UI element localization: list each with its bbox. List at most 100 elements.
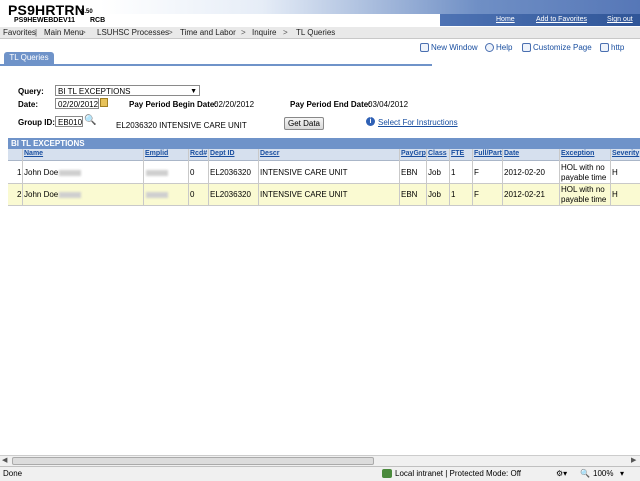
column-divider — [559, 149, 560, 206]
cell-name: John Doe — [24, 168, 82, 177]
http-link[interactable]: http — [600, 43, 624, 52]
column-divider — [449, 149, 450, 206]
breadcrumb-favorites[interactable]: Favorites — [3, 28, 36, 37]
cell-descr: INTENSIVE CARE UNIT — [260, 190, 348, 199]
group-id-label: Group ID: — [18, 118, 55, 127]
cell-exception-line1: HOL with no — [561, 163, 605, 172]
column-divider — [258, 149, 259, 206]
breadcrumb-main-menu[interactable]: Main Menu — [44, 28, 84, 37]
column-divider — [472, 149, 473, 206]
grid-title: BI TL EXCEPTIONS — [8, 138, 640, 149]
cell-exception-line1: HOL with no — [561, 185, 605, 194]
cell-paygrp: EBN — [401, 190, 418, 199]
cell-emplid — [145, 168, 168, 177]
cell-severity: H — [612, 190, 618, 199]
table-row: 1 John Doe 0 EL2036320 INTENSIVE CARE UN… — [8, 162, 640, 184]
cell-date: 2012-02-21 — [504, 190, 545, 199]
select-for-instructions-link[interactable]: Select For Instructions — [378, 118, 458, 127]
help-icon — [485, 43, 494, 52]
col-paygrp-header[interactable]: PayGrp — [401, 150, 426, 157]
group-id-input[interactable]: EB010 — [55, 116, 83, 127]
protected-mode-icon[interactable]: ⚙▾ — [556, 469, 567, 478]
pay-period-begin-value: 02/20/2012 — [214, 100, 255, 109]
zoom-level[interactable]: 100% — [593, 469, 613, 478]
col-deptid-header[interactable]: Dept ID — [210, 150, 235, 157]
row-number: 1 — [17, 168, 22, 177]
cell-emplid — [145, 190, 168, 199]
col-class-header[interactable]: Class — [428, 150, 447, 157]
app-version: 8.50 — [81, 9, 93, 15]
info-icon: i — [366, 117, 375, 126]
grid-header-row: Name Emplid Rcd# Dept ID Descr PayGrp Cl… — [8, 149, 640, 161]
cell-paygrp: EBN — [401, 168, 418, 177]
cell-name: John Doe — [24, 190, 82, 199]
cell-deptid: EL2036320 — [210, 190, 251, 199]
pay-period-end-label: Pay Period End Date: — [290, 100, 371, 109]
col-date-header[interactable]: Date — [504, 150, 519, 157]
pay-period-begin-label: Pay Period Begin Date: — [129, 100, 218, 109]
scrollbar-thumb[interactable] — [12, 457, 374, 465]
scroll-left-icon[interactable]: ◀ — [2, 456, 7, 464]
pay-period-end-value: 03/04/2012 — [368, 100, 409, 109]
app-title: PS9HRTRN — [8, 2, 86, 18]
status-bar: Done Local intranet | Protected Mode: Of… — [0, 466, 640, 481]
customize-icon — [522, 43, 531, 52]
col-rcd-header[interactable]: Rcd# — [190, 150, 207, 157]
help-link[interactable]: Help — [485, 43, 512, 52]
group-description: EL2036320 INTENSIVE CARE UNIT — [116, 121, 247, 130]
column-divider — [426, 149, 427, 206]
breadcrumb-inquire[interactable]: Inquire — [252, 28, 276, 37]
tab-tl-queries[interactable]: TL Queries — [4, 52, 54, 64]
cell-fullpart: F — [474, 190, 479, 199]
col-fullpart-header[interactable]: Full/Part — [474, 150, 502, 157]
home-link[interactable]: Home — [496, 16, 515, 23]
table-row: 2 John Doe 0 EL2036320 INTENSIVE CARE UN… — [8, 184, 640, 206]
breadcrumb-tl-queries[interactable]: TL Queries — [296, 28, 335, 37]
chevron-down-icon: ▼ — [190, 88, 197, 95]
zoom-icon[interactable]: 🔍 — [580, 469, 590, 478]
banner-links: Home Add to Favorites Sign out — [440, 14, 640, 26]
col-name-header[interactable]: Name — [24, 150, 43, 157]
database-suffix: RCB — [90, 17, 106, 24]
col-descr-header[interactable]: Descr — [260, 150, 279, 157]
column-divider — [22, 149, 23, 206]
banner-stripe — [100, 0, 640, 14]
breadcrumb: Favorites | Main Menu > LSUHSC Processes… — [0, 27, 640, 39]
cell-date: 2012-02-20 — [504, 168, 545, 177]
query-select[interactable]: BI TL EXCEPTIONS ▼ — [55, 85, 200, 96]
cell-fte: 1 — [451, 168, 456, 177]
col-emplid-header[interactable]: Emplid — [145, 150, 168, 157]
column-divider — [399, 149, 400, 206]
scroll-right-icon[interactable]: ▶ — [631, 456, 636, 464]
column-divider — [188, 149, 189, 206]
link-icon — [600, 43, 609, 52]
column-divider — [610, 149, 611, 206]
col-exception-header[interactable]: Exception — [561, 150, 594, 157]
breadcrumb-time-and-labor[interactable]: Time and Labor — [180, 28, 236, 37]
cell-exception-line2: payable time — [561, 173, 607, 182]
column-divider — [143, 149, 144, 206]
new-window-link[interactable]: New Window — [420, 43, 478, 52]
status-text: Done — [3, 469, 23, 478]
breadcrumb-lsuhsc-processes[interactable]: LSUHSC Processes — [97, 28, 169, 37]
add-to-favorites-link[interactable]: Add to Favorites — [536, 16, 587, 23]
tab-underline — [0, 64, 432, 66]
column-divider — [208, 149, 209, 206]
cell-severity: H — [612, 168, 618, 177]
col-severity-header[interactable]: Severity — [612, 150, 639, 157]
database-name: PS9HEWEBDEV11 — [14, 17, 76, 24]
sign-out-link[interactable]: Sign out — [607, 16, 633, 23]
cell-rcd: 0 — [190, 168, 195, 177]
date-input[interactable]: 02/20/2012 — [55, 98, 99, 109]
search-icon[interactable]: 🔍 — [84, 115, 96, 126]
cell-class: Job — [428, 190, 441, 199]
cell-exception-line2: payable time — [561, 195, 607, 204]
calendar-icon[interactable] — [100, 98, 108, 107]
cell-fullpart: F — [474, 168, 479, 177]
intranet-zone-icon — [382, 469, 392, 478]
cell-rcd: 0 — [190, 190, 195, 199]
customize-page-link[interactable]: Customize Page — [522, 43, 592, 52]
col-fte-header[interactable]: FTE — [451, 150, 464, 157]
zoom-dropdown-icon[interactable]: ▾ — [620, 469, 624, 478]
get-data-button[interactable]: Get Data — [284, 117, 324, 130]
